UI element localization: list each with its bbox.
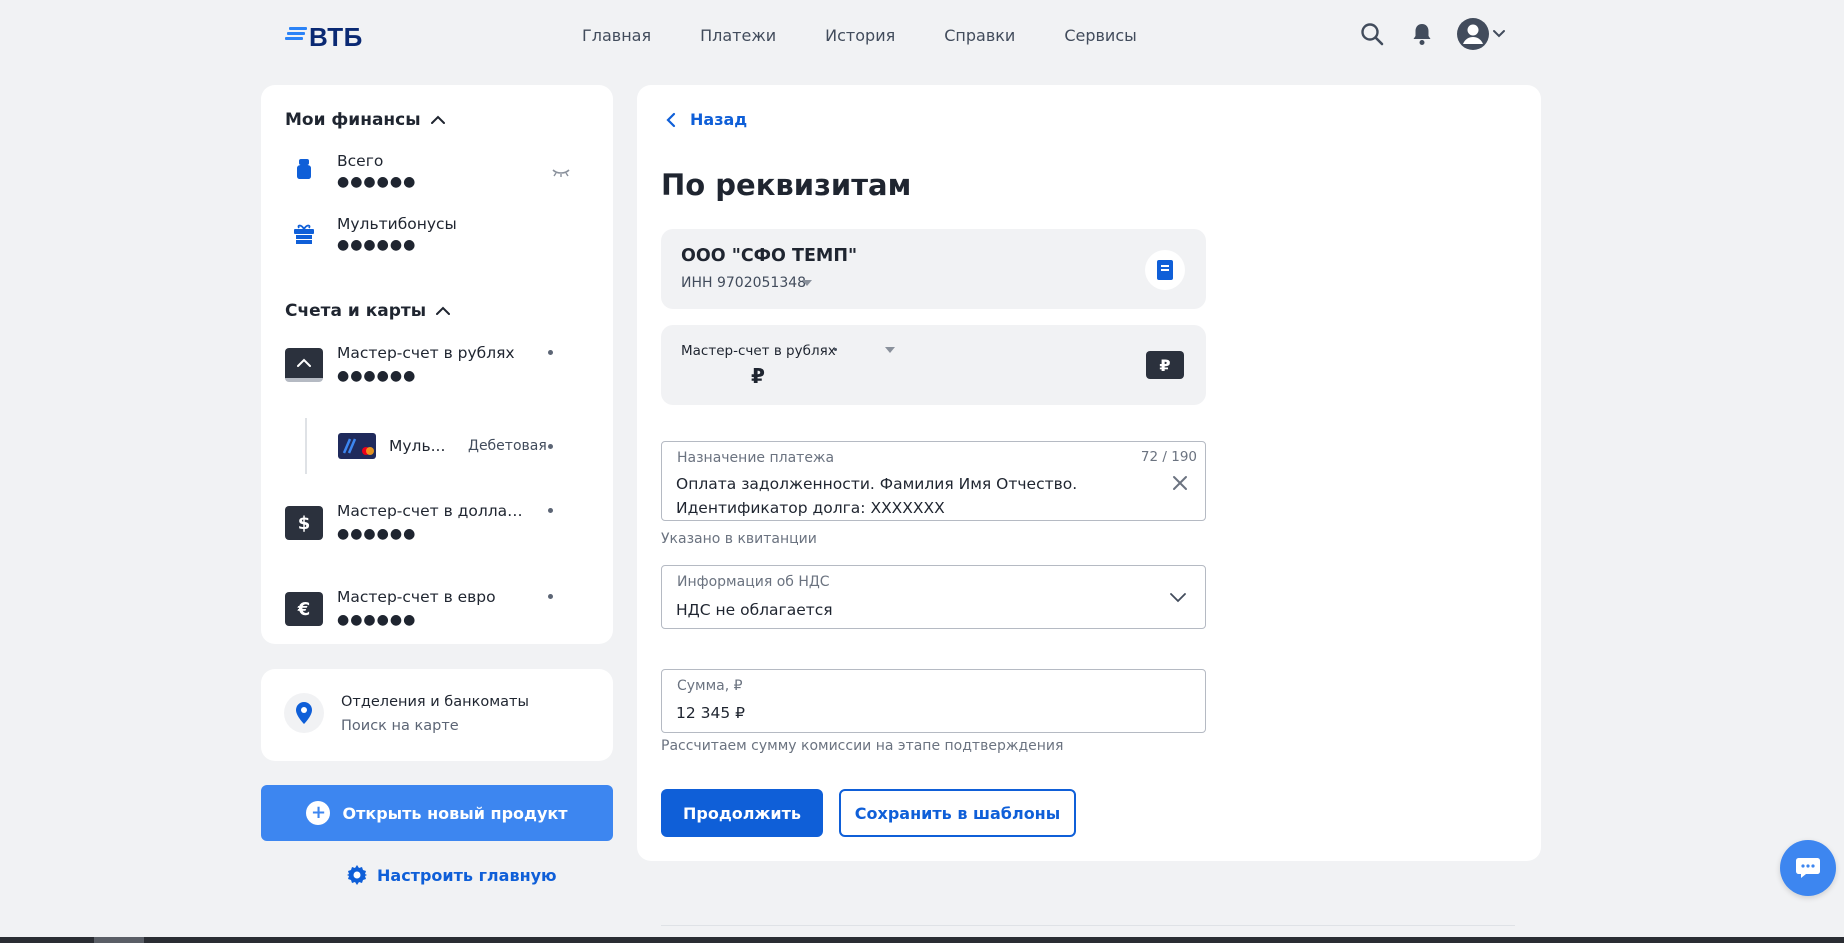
- money-bag-icon: [297, 159, 311, 179]
- tree-line: [305, 418, 307, 474]
- search-icon[interactable]: [1358, 20, 1386, 48]
- sum-label: Сумма, ₽: [677, 678, 743, 694]
- location-pin-icon: [284, 693, 324, 733]
- accounts-section-header[interactable]: Счета и карты: [285, 301, 451, 321]
- save-template-button[interactable]: Сохранить в шаблоны: [839, 789, 1076, 837]
- customize-home-label: Настроить главную: [377, 865, 557, 885]
- account-usd-value: ●●●●●●: [337, 526, 417, 542]
- nds-value: НДС не облагается: [676, 601, 833, 619]
- branches-title: Отделения и банкоматы: [341, 694, 529, 710]
- card-type: Дебетовая: [468, 438, 547, 454]
- account-rub-bullet: [548, 350, 553, 355]
- account-selector[interactable]: Мастер-счет в рублях ₽ ₽: [661, 325, 1206, 405]
- open-product-button[interactable]: + Открыть новый продукт: [261, 785, 613, 841]
- taskbar: [0, 937, 1844, 943]
- recipient-name: ООО "СФО ТЕМП": [681, 246, 858, 266]
- account-eur-label: Мастер-счет в евро: [337, 588, 496, 606]
- euro-icon: €: [285, 592, 323, 626]
- dollar-icon: $: [285, 506, 323, 540]
- gift-icon: [294, 224, 314, 244]
- customize-home-link[interactable]: Настроить главную: [347, 865, 557, 885]
- caret-down-icon[interactable]: [802, 280, 812, 286]
- account-rub-value: ●●●●●●: [337, 368, 417, 384]
- card-bullet: [548, 444, 553, 449]
- payment-purpose-hint: Указано в квитанции: [661, 531, 817, 547]
- nav-item-services[interactable]: Сервисы: [1064, 26, 1136, 45]
- continue-button[interactable]: Продолжить: [661, 789, 823, 837]
- taskbar-item: [94, 937, 144, 943]
- finance-multibonus-label: Мультибонусы: [337, 215, 457, 233]
- nav-item-main[interactable]: Главная: [582, 26, 651, 45]
- nav-item-history[interactable]: История: [825, 26, 895, 45]
- payment-purpose-counter: 72 / 190: [1140, 449, 1197, 465]
- finance-total-value: ●●●●●●: [337, 174, 417, 190]
- clear-icon[interactable]: [1172, 475, 1188, 491]
- accounts-title: Счета и карты: [285, 301, 427, 321]
- vtb-logo[interactable]: ВТБ: [285, 22, 363, 52]
- account-selector-currency: ₽: [751, 364, 765, 388]
- branches-subtitle: Поиск на карте: [341, 718, 459, 734]
- account-usd-bullet: [548, 508, 553, 513]
- back-label: Назад: [690, 110, 748, 129]
- back-link[interactable]: Назад: [666, 110, 747, 129]
- page-title: По реквизитам: [661, 168, 912, 202]
- logo-lines-icon: [285, 27, 307, 41]
- gear-icon: [347, 865, 367, 885]
- bell-icon[interactable]: [1408, 20, 1436, 48]
- account-selector-bullet: [834, 348, 837, 351]
- divider: [661, 925, 1515, 926]
- document-icon[interactable]: [1145, 250, 1185, 290]
- account-eur-bullet: [548, 594, 553, 599]
- card-name: Муль...: [389, 437, 446, 455]
- payment-purpose-field[interactable]: Назначение платежа 72 / 190 Оплата задол…: [661, 441, 1206, 521]
- account-selector-label: Мастер-счет в рублях: [681, 343, 836, 359]
- sum-value[interactable]: 12 345 ₽: [676, 704, 745, 722]
- finances-section-header[interactable]: Мои финансы: [285, 110, 445, 130]
- open-product-label: Открыть новый продукт: [342, 803, 568, 823]
- bank-card-icon: [338, 433, 376, 459]
- chat-button[interactable]: [1780, 840, 1836, 896]
- logo-text: ВТБ: [309, 21, 363, 52]
- nav-item-payments[interactable]: Платежи: [700, 26, 776, 45]
- caret-down-icon[interactable]: [885, 347, 895, 353]
- plus-icon: +: [306, 801, 331, 825]
- chevron-up-icon: [430, 115, 445, 124]
- account-rub-label: Мастер-счет в рублях: [337, 344, 515, 362]
- recipient-box[interactable]: ООО "СФО ТЕМП" ИНН 9702051348: [661, 229, 1206, 309]
- account-usd-label: Мастер-счет в доллар...: [337, 502, 527, 520]
- chevron-up-icon: [436, 306, 451, 315]
- payment-purpose-line-2[interactable]: Идентификатор долга: XXXXXXX: [676, 499, 945, 517]
- top-icons: [1358, 18, 1510, 50]
- sum-hint: Рассчитаем сумму комиссии на этапе подтв…: [661, 738, 1064, 754]
- main-nav: Главная Платежи История Справки Сервисы: [582, 26, 1137, 45]
- sum-field[interactable]: Сумма, ₽ 12 345 ₽: [661, 669, 1206, 733]
- profile-menu[interactable]: [1456, 18, 1510, 50]
- payment-purpose-label: Назначение платежа: [677, 450, 835, 466]
- collapse-account-icon[interactable]: [285, 348, 323, 382]
- eye-closed-icon[interactable]: [551, 168, 571, 178]
- chevron-down-icon: [1170, 593, 1186, 603]
- recipient-inn: ИНН 9702051348: [681, 275, 807, 291]
- finance-multibonus-value: ●●●●●●: [337, 237, 417, 253]
- account-eur-value: ●●●●●●: [337, 612, 417, 628]
- ruble-badge-icon: ₽: [1146, 351, 1184, 379]
- nav-item-certificates[interactable]: Справки: [944, 26, 1015, 45]
- nds-select[interactable]: Информация об НДС НДС не облагается: [661, 565, 1206, 629]
- nds-label: Информация об НДС: [677, 574, 830, 590]
- top-bar: ВТБ Главная Платежи История Справки Серв…: [0, 0, 1844, 76]
- finance-total-label: Всего: [337, 152, 384, 170]
- payment-purpose-line-1[interactable]: Оплата задолженности. Фамилия Имя Отчест…: [676, 475, 1077, 493]
- chevron-left-icon: [666, 112, 676, 127]
- finances-title: Мои финансы: [285, 110, 421, 130]
- chat-icon: [1796, 858, 1820, 878]
